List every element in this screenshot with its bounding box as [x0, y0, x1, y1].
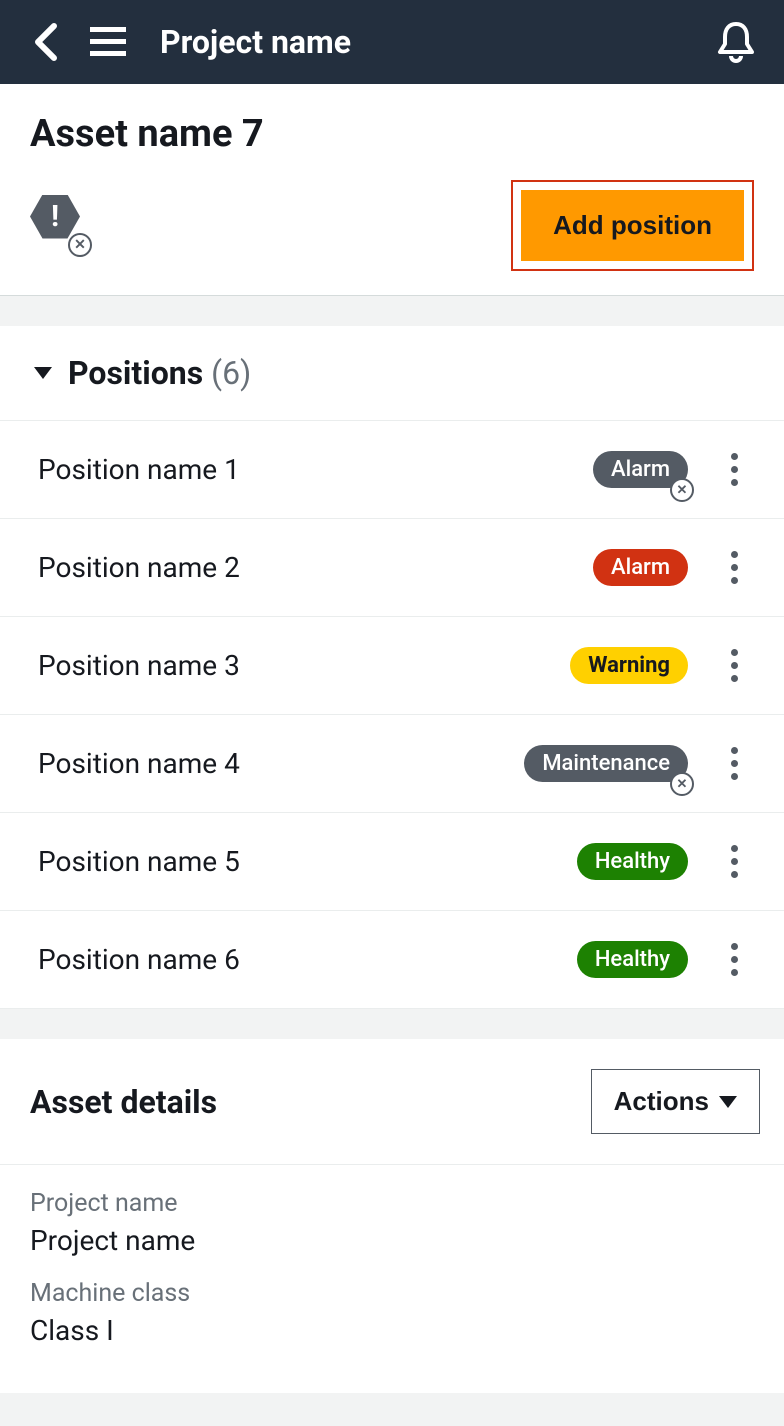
status-badge: Maintenance	[524, 745, 688, 782]
add-position-button[interactable]: Add position	[521, 190, 744, 261]
position-name: Position name 5	[38, 845, 577, 878]
detail-label: Machine class	[30, 1279, 754, 1308]
position-row[interactable]: Position name 3Warning	[0, 617, 784, 715]
kebab-menu-icon[interactable]	[714, 943, 754, 976]
kebab-menu-icon[interactable]	[714, 845, 754, 878]
hexagon-alert-icon: !	[30, 195, 80, 239]
position-name: Position name 6	[38, 943, 577, 976]
asset-title: Asset name 7	[30, 112, 754, 156]
status-badge-wrap: Healthy	[577, 941, 688, 978]
status-badge-wrap: Healthy	[577, 843, 688, 880]
actions-label: Actions	[614, 1086, 709, 1117]
positions-title: Positions	[68, 354, 203, 392]
detail-item: Project name Project name	[30, 1189, 754, 1257]
details-body: Project name Project name Machine class Cla…	[0, 1165, 784, 1393]
position-name: Position name 4	[38, 747, 524, 780]
position-name: Position name 2	[38, 551, 593, 584]
detail-value: Project name	[30, 1224, 754, 1257]
position-row[interactable]: Position name 1Alarm✕	[0, 421, 784, 519]
back-icon[interactable]	[24, 20, 68, 64]
asset-header-row: ! ✕ Add position	[30, 180, 754, 271]
positions-list: Position name 1Alarm✕Position name 2Alar…	[0, 421, 784, 1009]
bell-icon[interactable]	[712, 18, 760, 66]
status-badge: Alarm	[593, 549, 688, 586]
caret-down-icon	[719, 1096, 737, 1108]
status-badge: Warning	[570, 647, 688, 684]
status-badge: Healthy	[577, 941, 688, 978]
position-name: Position name 3	[38, 649, 570, 682]
kebab-menu-icon[interactable]	[714, 747, 754, 780]
positions-count: (6)	[211, 354, 251, 392]
kebab-menu-icon[interactable]	[714, 551, 754, 584]
kebab-menu-icon[interactable]	[714, 649, 754, 682]
alert-status-icon: ! ✕	[30, 195, 92, 257]
position-row[interactable]: Position name 2Alarm	[0, 519, 784, 617]
muted-icon: ✕	[68, 233, 92, 257]
asset-header: Asset name 7 ! ✕ Add position	[0, 84, 784, 296]
position-row[interactable]: Position name 4Maintenance✕	[0, 715, 784, 813]
position-name: Position name 1	[38, 453, 593, 486]
menu-icon[interactable]	[86, 20, 130, 64]
kebab-menu-icon[interactable]	[714, 453, 754, 486]
app-header: Project name	[0, 0, 784, 84]
details-header: Asset details Actions	[0, 1039, 784, 1165]
actions-button[interactable]: Actions	[591, 1069, 760, 1134]
positions-section-header[interactable]: Positions (6)	[0, 326, 784, 421]
detail-item: Machine class Class I	[30, 1279, 754, 1347]
status-badge-wrap: Alarm✕	[593, 451, 688, 488]
muted-icon: ✕	[670, 478, 694, 502]
muted-icon: ✕	[670, 772, 694, 796]
detail-label: Project name	[30, 1189, 754, 1218]
status-badge-wrap: Warning	[570, 647, 688, 684]
position-row[interactable]: Position name 6Healthy	[0, 911, 784, 1009]
position-row[interactable]: Position name 5Healthy	[0, 813, 784, 911]
caret-down-icon	[34, 367, 52, 379]
detail-value: Class I	[30, 1314, 754, 1347]
status-badge-wrap: Maintenance✕	[524, 745, 688, 782]
header-title: Project name	[160, 23, 712, 61]
details-title: Asset details	[30, 1083, 217, 1121]
add-position-highlight: Add position	[511, 180, 754, 271]
positions-section: Positions (6) Position name 1Alarm✕Posit…	[0, 326, 784, 1009]
details-section: Asset details Actions Project nameProjec…	[0, 1039, 784, 1393]
status-badge-wrap: Alarm	[593, 549, 688, 586]
status-badge: Healthy	[577, 843, 688, 880]
